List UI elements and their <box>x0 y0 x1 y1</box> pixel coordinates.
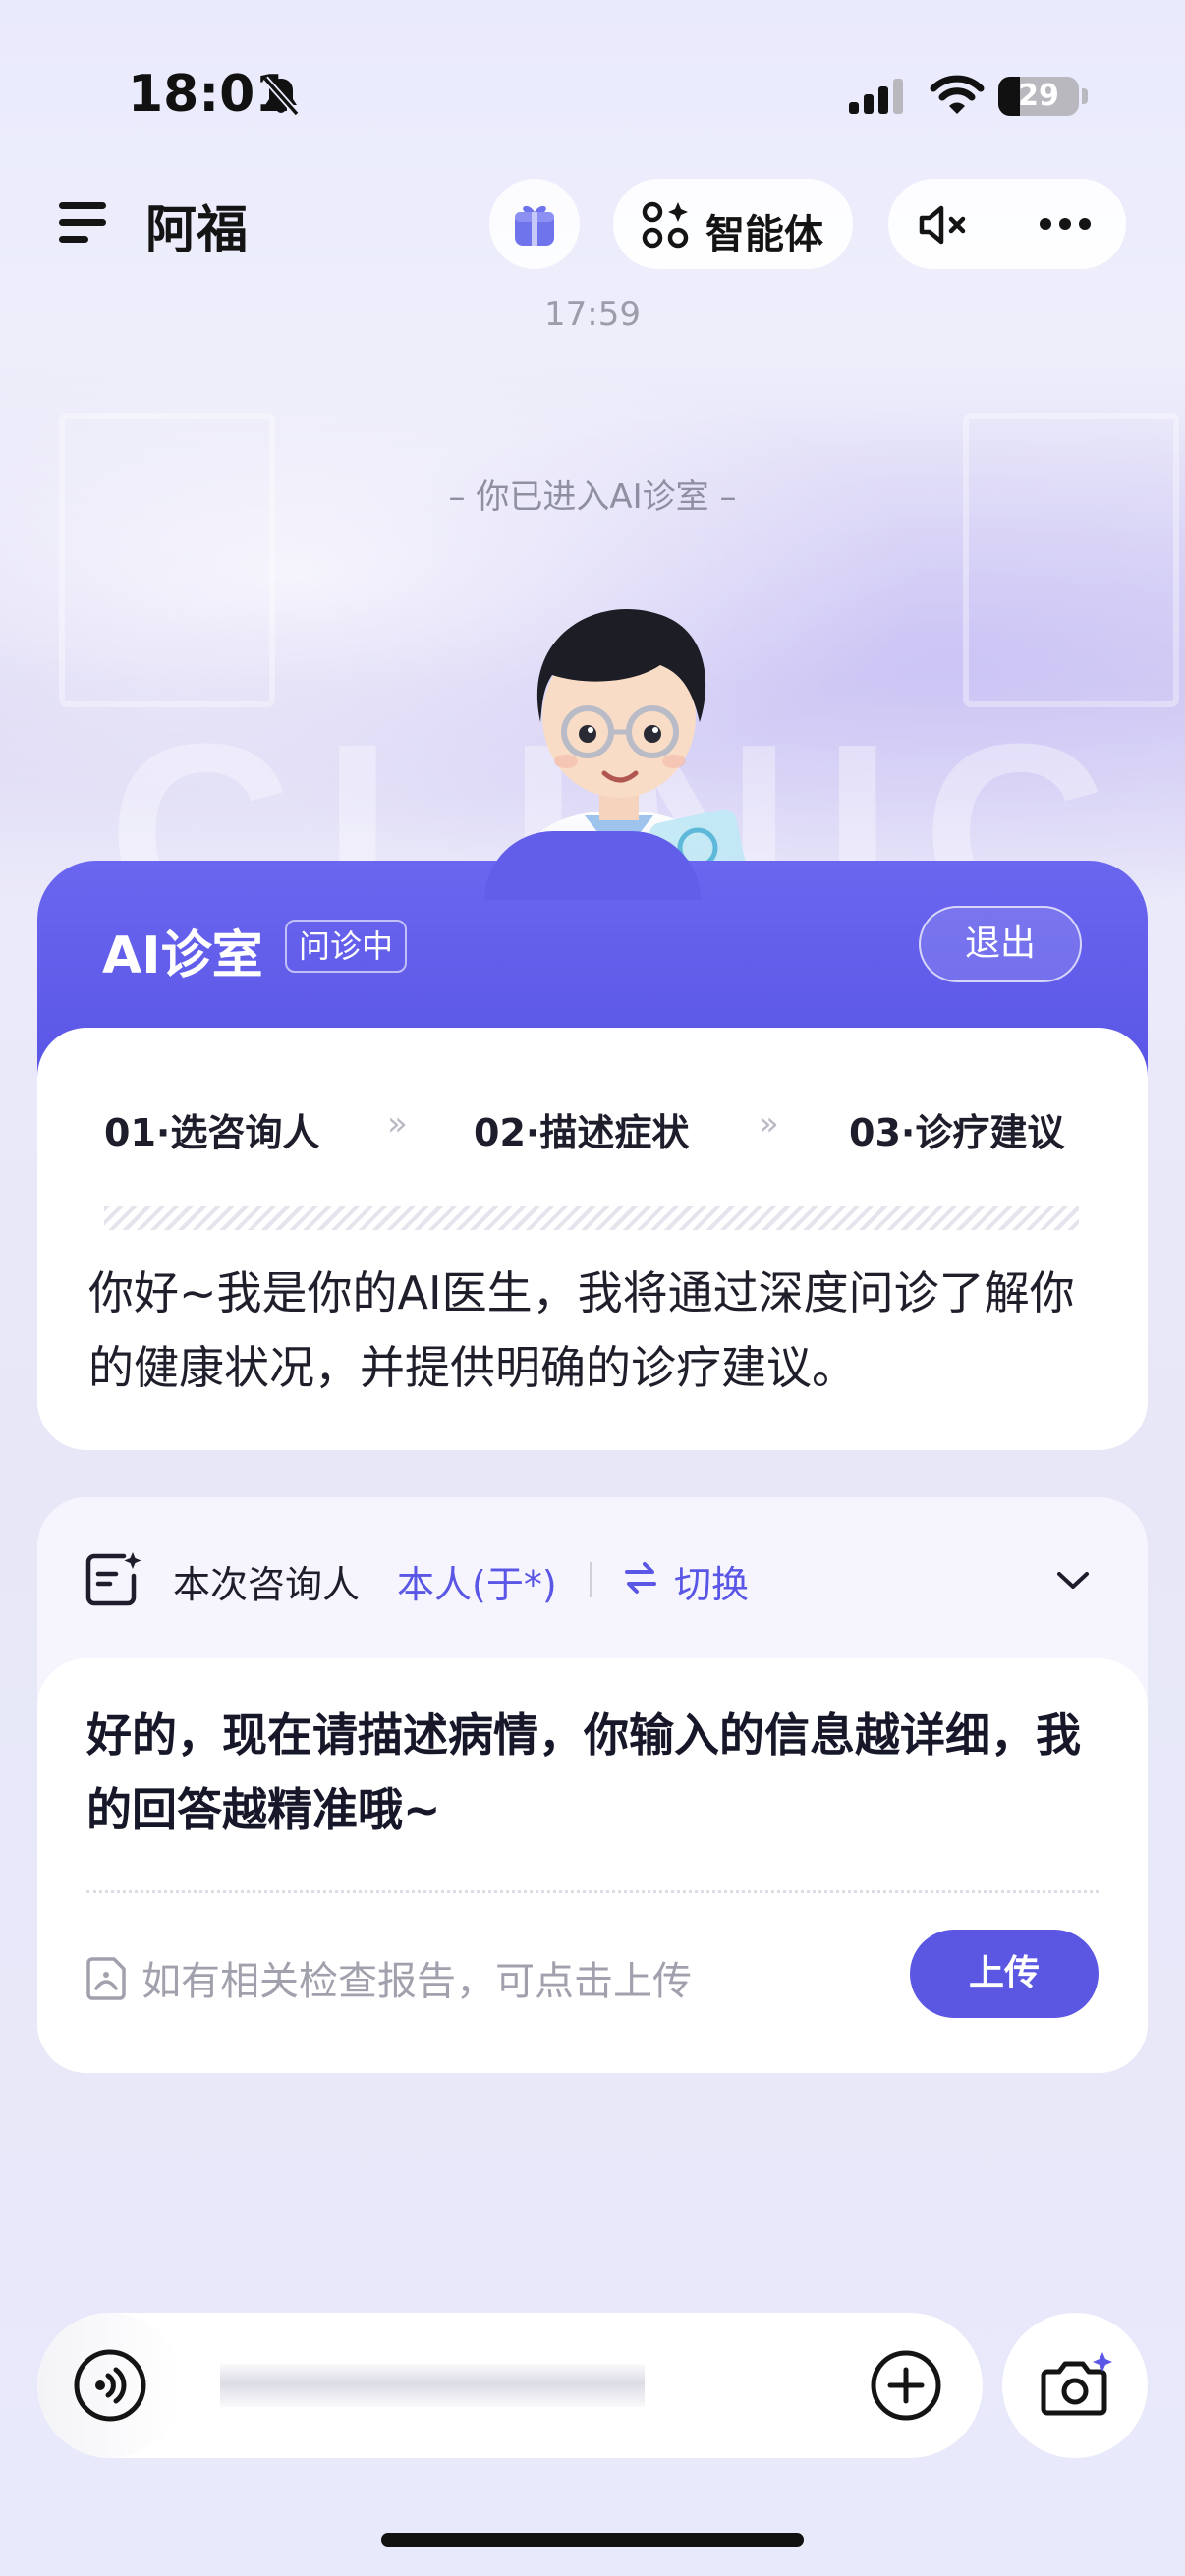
wifi-icon <box>930 75 985 114</box>
more-icon[interactable] <box>1038 216 1093 232</box>
consult-card: 本次咨询人 本人(于*) 切换 好的，现在请描述病情，你输入的信息越详细，我的回… <box>37 1497 1148 2073</box>
gift-icon <box>515 205 554 246</box>
intro-message: 你好~我是你的AI医生，我将通过深度问诊了解你的健康状况，并提供明确的诊疗建议。 <box>88 1266 1075 1394</box>
chat-timestamp: 17:59 <box>544 295 641 334</box>
agent-label: 智能体 <box>705 212 823 257</box>
consult-label: 本次咨询人 <box>173 1563 361 1606</box>
report-hint: 如有相关检查报告，可点击上传 <box>141 1959 692 2004</box>
background-window <box>963 413 1179 707</box>
background-window <box>59 413 275 707</box>
enter-clinic-note: – 你已进入AI诊室 – <box>448 477 737 517</box>
consult-person-row[interactable]: 本次咨询人 本人(于*) 切换 <box>37 1497 1148 1658</box>
hatch-divider <box>104 1206 1079 1230</box>
header-actions <box>888 179 1126 269</box>
step-select-person: 01·选咨询人 <box>104 1111 320 1154</box>
battery-icon: 29 <box>998 77 1079 116</box>
speaker-mute-icon[interactable] <box>918 204 971 246</box>
message-input-bar <box>37 2313 983 2458</box>
agent-button[interactable]: 智能体 <box>613 179 853 269</box>
clinic-card: AI诊室 问诊中 退出 01·选咨询人 » 02·描述症状 » 03·诊疗建议 … <box>37 831 1148 1450</box>
switch-icon <box>625 1562 656 1594</box>
chevron-down-icon[interactable] <box>1055 1570 1091 1592</box>
camera-button[interactable] <box>1002 2313 1148 2458</box>
home-indicator[interactable] <box>381 2533 804 2547</box>
assistant-reply: 好的，现在请描述病情，你输入的信息越详细，我的回答越精准哦~ <box>86 1708 1081 1836</box>
divider <box>590 1562 592 1597</box>
clinic-card-notch <box>484 831 701 900</box>
dotted-divider <box>86 1890 1099 1893</box>
consult-card-body: 好的，现在请描述病情，你输入的信息越详细，我的回答越精准哦~ 如有相关检查报告，… <box>37 1658 1148 2073</box>
battery-tip <box>1082 88 1088 104</box>
exit-button[interactable]: 退出 <box>919 906 1082 982</box>
gift-button[interactable] <box>489 179 580 269</box>
status-badge: 问诊中 <box>285 920 408 973</box>
report-icon <box>86 1957 126 2000</box>
bell-slash-icon <box>262 76 300 117</box>
app-title: 阿福 <box>145 201 249 260</box>
consult-person: 本人(于*) <box>397 1563 557 1606</box>
upload-button[interactable]: 上传 <box>910 1930 1099 2018</box>
voice-button[interactable] <box>37 2313 183 2458</box>
signal-icon <box>849 79 903 114</box>
switch-button[interactable]: 切换 <box>674 1554 749 1608</box>
battery-level: 29 <box>1018 79 1059 113</box>
menu-icon[interactable] <box>57 200 108 246</box>
step-separator: » <box>387 1104 408 1144</box>
message-input[interactable] <box>220 2364 645 2407</box>
note-icon <box>85 1552 141 1606</box>
clinic-title: AI诊室 <box>102 926 263 985</box>
voice-icon <box>74 2349 146 2422</box>
step-separator: » <box>759 1104 779 1144</box>
step-treatment-advice: 03·诊疗建议 <box>849 1111 1065 1154</box>
plus-icon[interactable] <box>869 2348 943 2423</box>
clinic-card-body: 01·选咨询人 » 02·描述症状 » 03·诊疗建议 你好~我是你的AI医生，… <box>37 1028 1148 1450</box>
step-describe-symptoms: 02·描述症状 <box>474 1111 690 1154</box>
agent-grid-icon <box>642 201 689 249</box>
camera-sparkle-icon <box>1041 2352 1112 2416</box>
